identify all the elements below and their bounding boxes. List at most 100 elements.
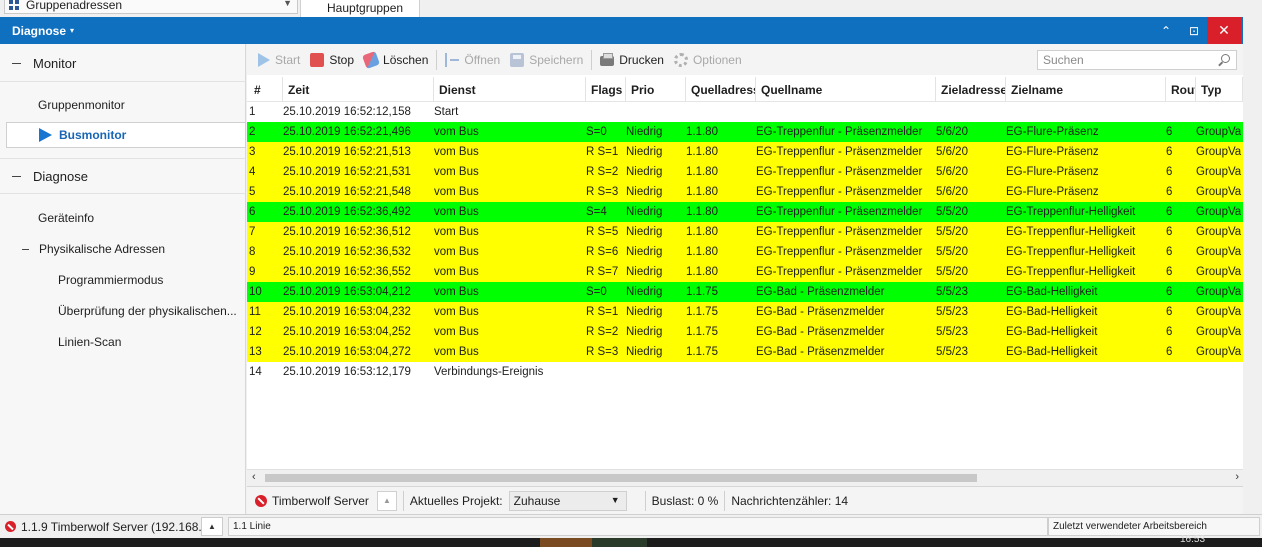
gear-icon [673, 52, 688, 67]
workspace-field[interactable]: Zuletzt verwendeter Arbeitsbereich [1048, 517, 1260, 536]
chevron-up-icon[interactable]: ▲ [201, 517, 223, 536]
sidebar-item-physikalische-adressen[interactable]: Physikalische Adressen [22, 242, 165, 256]
start-button[interactable]: Start [253, 49, 305, 71]
column-header[interactable]: Prio [626, 77, 686, 102]
open-button[interactable]: Öffnen [440, 49, 505, 71]
horizontal-scrollbar[interactable]: ‹ › [247, 469, 1243, 486]
taskbar-app[interactable] [540, 538, 592, 547]
column-header[interactable]: Zielname [1006, 77, 1166, 102]
table-cell: Niedrig [626, 286, 663, 298]
table-cell: R S=7 [586, 266, 619, 278]
search-input[interactable]: Suchen [1037, 50, 1237, 70]
table-row[interactable]: 14 25.10.2019 16:53:12,179 Verbindungs-Ere… [247, 362, 1243, 382]
scroll-right-icon[interactable]: › [1235, 471, 1239, 483]
sidebar-item-linien-scan[interactable]: Linien-Scan [58, 335, 121, 349]
column-header[interactable]: Quelladresse [686, 77, 756, 102]
collapse-minus-icon[interactable] [22, 248, 29, 250]
project-label: Aktuelles Projekt: [409, 493, 503, 508]
collapse-minus-icon[interactable] [12, 175, 21, 177]
table-cell: 6 [249, 206, 256, 218]
collapse-minus-icon[interactable] [12, 63, 21, 64]
group-address-combo[interactable]: Gruppenadressen ▼ [4, 0, 298, 14]
panel-title[interactable]: Diagnose [0, 24, 66, 38]
scrollbar-thumb[interactable] [265, 474, 977, 482]
table-row[interactable]: 3 25.10.2019 16:52:21,513 vom Bus R S=1 Nied… [247, 142, 1243, 162]
table-cell: 5/5/23 [936, 286, 968, 298]
column-header[interactable]: Zieladresse [936, 77, 1006, 102]
table-cell: GroupVa [1196, 346, 1242, 358]
table-cell: 10 [249, 286, 262, 298]
table-cell: vom Bus [434, 246, 479, 258]
table-cell: 1.1.80 [686, 246, 718, 258]
table-row[interactable]: 7 25.10.2019 16:52:36,512 vom Bus R S=5 Nied… [247, 222, 1243, 242]
taskbar-app[interactable] [592, 538, 647, 547]
project-select[interactable]: Zuhause ▼ [508, 490, 627, 511]
scroll-left-icon[interactable]: ‹ [252, 471, 256, 483]
column-header[interactable]: Flags [586, 77, 626, 102]
table-row[interactable]: 10 25.10.2019 16:53:04,212 vom Bus S=0 Niedr… [247, 282, 1243, 302]
table-cell [586, 102, 626, 122]
sidebar-item-label: Programmiermodus [58, 273, 164, 287]
sidebar-item-programmiermodus[interactable]: Programmiermodus [58, 273, 163, 287]
search-icon[interactable] [1221, 54, 1230, 63]
table-cell [1196, 102, 1243, 122]
table-cell: EG-Bad - Präsenzmelder [756, 346, 885, 358]
toolbar-separator [591, 49, 593, 70]
caret-down-icon[interactable]: ▾ [70, 26, 74, 35]
sidebar-item-ueberpruefung[interactable]: Überprüfung der physikalischen... [58, 304, 237, 318]
column-header[interactable]: Quellname [756, 77, 936, 102]
tab-hauptgruppen[interactable]: Hauptgruppen [300, 0, 420, 17]
table-row[interactable]: 12 25.10.2019 16:53:04,252 vom Bus R S=2 Nie… [247, 322, 1243, 342]
table-cell: EG-Flure-Präsenz [1006, 146, 1099, 158]
table-cell: 25.10.2019 16:52:21,548 [283, 186, 411, 198]
table-cell: 5/5/23 [936, 326, 968, 338]
sidebar-item-geraeteinfo[interactable]: Geräteinfo [38, 211, 94, 225]
table-row[interactable]: 8 25.10.2019 16:52:36,532 vom Bus R S=6 Nied… [247, 242, 1243, 262]
sidebar-item-gruppenmonitor[interactable]: Gruppenmonitor [38, 98, 125, 112]
table-cell: vom Bus [434, 186, 479, 198]
table-cell: vom Bus [434, 306, 479, 318]
table-row[interactable]: 2 25.10.2019 16:52:21,496 vom Bus S=0 Niedri… [247, 122, 1243, 142]
table-row[interactable]: 9 25.10.2019 16:52:36,552 vom Bus R S=7 Nied… [247, 262, 1243, 282]
sidebar-item-label: Überprüfung der physikalischen... [58, 304, 237, 318]
column-header[interactable]: Typ [1196, 77, 1243, 102]
collapse-up-icon[interactable]: ⌃ [1153, 17, 1179, 44]
table-cell: R S=2 [586, 166, 619, 178]
save-button[interactable]: Speichern [505, 49, 588, 71]
table-row[interactable]: 4 25.10.2019 16:52:21,531 vom Bus R S=2 Nied… [247, 162, 1243, 182]
sidebar-group-diagnose[interactable]: Diagnose [0, 158, 246, 194]
table-row[interactable]: 1 25.10.2019 16:52:12,158 Start [247, 102, 1243, 122]
column-header[interactable]: Dienst [434, 77, 586, 102]
print-button[interactable]: Drucken [595, 49, 669, 71]
diagnose-header: Diagnose ▾ ⌃ ⊡ ✕ [0, 17, 1243, 44]
table-cell: 25.10.2019 16:53:04,272 [283, 346, 411, 358]
table-cell: GroupVa [1196, 226, 1242, 238]
options-button[interactable]: Optionen [669, 49, 747, 71]
table-cell: 6 [1166, 286, 1173, 298]
table-row[interactable]: 13 25.10.2019 16:53:04,272 vom Bus R S=3 Nie… [247, 342, 1243, 362]
sidebar-group-monitor[interactable]: Monitor [0, 46, 246, 82]
error-icon [255, 494, 267, 507]
column-header[interactable]: # [249, 77, 283, 102]
table-cell: 4 [249, 166, 256, 178]
table-row[interactable]: 6 25.10.2019 16:52:36,492 vom Bus S=4 Niedri… [247, 202, 1243, 222]
close-button[interactable]: ✕ [1207, 17, 1241, 44]
table-cell: GroupVa [1196, 206, 1242, 218]
table-cell [626, 102, 686, 122]
stop-button[interactable]: Stop [305, 49, 359, 71]
clear-button[interactable]: Löschen [359, 49, 433, 71]
column-header[interactable]: Rout [1166, 77, 1196, 102]
table-row[interactable]: 5 25.10.2019 16:52:21,548 vom Bus R S=3 Nied… [247, 182, 1243, 202]
sidebar-item-busmonitor[interactable]: Busmonitor [6, 122, 246, 148]
table-row[interactable]: 11 25.10.2019 16:53:04,232 vom Bus R S=1 Nie… [247, 302, 1243, 322]
column-header[interactable]: Zeit [283, 77, 434, 102]
chevron-up-icon[interactable]: ▲ [376, 490, 397, 511]
save-button-label: Speichern [529, 52, 584, 67]
table-cell: EG-Bad - Präsenzmelder [756, 286, 885, 298]
table-cell: EG-Bad-Helligkeit [1006, 346, 1098, 358]
chevron-down-icon: ▼ [610, 494, 620, 505]
pin-icon[interactable]: ⊡ [1181, 17, 1207, 44]
table-cell: EG-Treppenflur - Präsenzmelder [756, 206, 923, 218]
table-cell: EG-Treppenflur - Präsenzmelder [756, 226, 923, 238]
table-cell: EG-Treppenflur - Präsenzmelder [756, 186, 923, 198]
